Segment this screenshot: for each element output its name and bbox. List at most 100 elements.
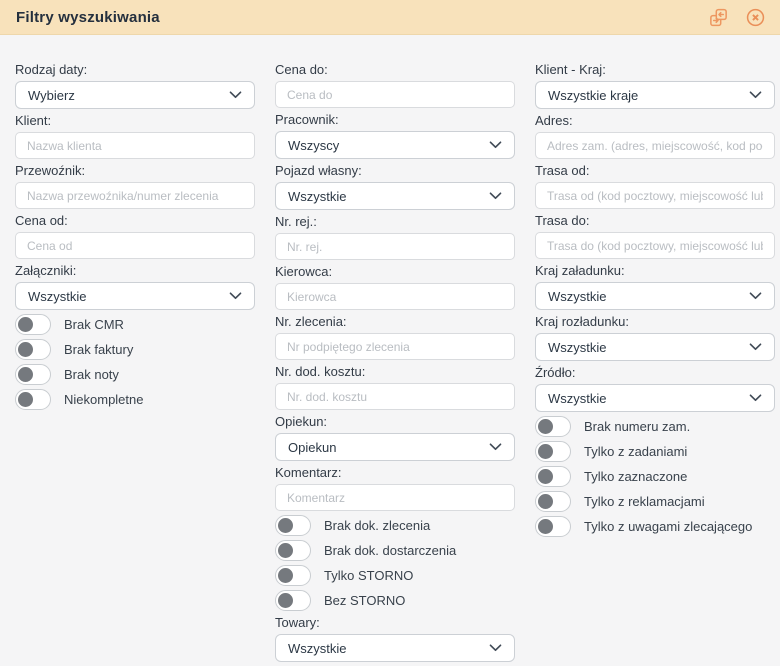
toggle-label: Tylko z uwagami zlecającego <box>584 519 752 534</box>
field-label: Cena od: <box>15 213 255 228</box>
field-label: Adres: <box>535 113 775 128</box>
chevron-down-icon <box>489 141 502 149</box>
field-label: Komentarz: <box>275 465 515 480</box>
rodzaj-daty-select[interactable]: Wybierz <box>15 81 255 109</box>
select-value: Wybierz <box>28 88 221 103</box>
popout-window-button[interactable] <box>706 5 731 30</box>
form-field: Załączniki: Wszystkie <box>15 263 255 310</box>
kierowca-input[interactable] <box>275 283 515 310</box>
toggle-knob <box>278 543 293 558</box>
field-label: Kraj załadunku: <box>535 263 775 278</box>
form-field: Pojazd własny: Wszystkie <box>275 163 515 210</box>
field-label: Trasa od: <box>535 163 775 178</box>
brak-dok-dostarczenia-toggle[interactable] <box>275 540 311 561</box>
close-button[interactable] <box>743 5 768 30</box>
field-label: Nr. dod. kosztu: <box>275 364 515 379</box>
form-field: Adres: <box>535 113 775 159</box>
toggle-row: Tylko STORNO <box>275 565 515 586</box>
select-value: Wszystkie <box>288 641 481 656</box>
toggle-knob <box>538 519 553 534</box>
page-title: Filtry wyszukiwania <box>16 9 694 26</box>
komentarz-input[interactable] <box>275 484 515 511</box>
field-label: Opiekun: <box>275 414 515 429</box>
toggle-label: Brak faktury <box>64 342 133 357</box>
close-icon <box>745 7 766 28</box>
opiekun-select[interactable]: Opiekun <box>275 433 515 461</box>
cena-do-input[interactable] <box>275 81 515 108</box>
toggle-label: Brak numeru zam. <box>584 419 690 434</box>
chevron-down-icon <box>749 394 762 402</box>
przewoznik-input[interactable] <box>15 182 255 209</box>
cena-od-input[interactable] <box>15 232 255 259</box>
toggle-label: Bez STORNO <box>324 593 405 608</box>
bez-storno-toggle[interactable] <box>275 590 311 611</box>
toggle-row: Bez STORNO <box>275 590 515 611</box>
adres-input[interactable] <box>535 132 775 159</box>
pracownik-select[interactable]: Wszyscy <box>275 131 515 159</box>
towary-select[interactable]: Wszystkie <box>275 634 515 662</box>
tylko-storno-toggle[interactable] <box>275 565 311 586</box>
kraj-zaladunku-select[interactable]: Wszystkie <box>535 282 775 310</box>
select-value: Wszyscy <box>288 138 481 153</box>
chevron-down-icon <box>229 292 242 300</box>
chevron-down-icon <box>229 91 242 99</box>
zalaczniki-select[interactable]: Wszystkie <box>15 282 255 310</box>
toggle-row: Tylko z zadaniami <box>535 441 775 462</box>
toggle-knob <box>18 392 33 407</box>
brak-dok-zlecenia-toggle[interactable] <box>275 515 311 536</box>
field-label: Nr. rej.: <box>275 214 515 229</box>
brak-cmr-toggle[interactable] <box>15 314 51 335</box>
field-label: Klient: <box>15 113 255 128</box>
select-value: Wszystkie <box>288 189 481 204</box>
toggle-label: Brak dok. zlecenia <box>324 518 430 533</box>
pojazd-wlasny-select[interactable]: Wszystkie <box>275 182 515 210</box>
klient-kraj-select[interactable]: Wszystkie kraje <box>535 81 775 109</box>
trasa-od-input[interactable] <box>535 182 775 209</box>
toggle-knob <box>18 367 33 382</box>
toggle-row: Brak noty <box>15 364 255 385</box>
field-label: Załączniki: <box>15 263 255 278</box>
field-label: Źródło: <box>535 365 775 380</box>
nr-rej-input[interactable] <box>275 233 515 260</box>
form-field: Komentarz: <box>275 465 515 511</box>
filters-column-3: Klient - Kraj: Wszystkie kraje Adres: Tr… <box>535 62 775 666</box>
tylko-zaznaczone-toggle[interactable] <box>535 466 571 487</box>
kraj-rozladunku-select[interactable]: Wszystkie <box>535 333 775 361</box>
nr-zlecenia-input[interactable] <box>275 333 515 360</box>
chevron-down-icon <box>749 91 762 99</box>
form-field: Cena do: <box>275 62 515 108</box>
form-field: Kierowca: <box>275 264 515 310</box>
nr-dod-kosztu-input[interactable] <box>275 383 515 410</box>
tylko-z-uwagami-zlecajacego-toggle[interactable] <box>535 516 571 537</box>
form-field: Opiekun: Opiekun <box>275 414 515 461</box>
toggle-label: Brak dok. dostarczenia <box>324 543 456 558</box>
toggle-knob <box>538 444 553 459</box>
field-label: Trasa do: <box>535 213 775 228</box>
tylko-z-zadaniami-toggle[interactable] <box>535 441 571 462</box>
toggle-row: Tylko z reklamacjami <box>535 491 775 512</box>
field-label: Cena do: <box>275 62 515 77</box>
niekompletne-toggle[interactable] <box>15 389 51 410</box>
tylko-z-reklamacjami-toggle[interactable] <box>535 491 571 512</box>
toggle-label: Tylko zaznaczone <box>584 469 687 484</box>
brak-faktury-toggle[interactable] <box>15 339 51 360</box>
form-field: Klient - Kraj: Wszystkie kraje <box>535 62 775 109</box>
trasa-do-input[interactable] <box>535 232 775 259</box>
brak-noty-toggle[interactable] <box>15 364 51 385</box>
field-label: Kraj rozładunku: <box>535 314 775 329</box>
zrodlo-select[interactable]: Wszystkie <box>535 384 775 412</box>
toggle-label: Tylko z reklamacjami <box>584 494 705 509</box>
toggle-row: Tylko z uwagami zlecającego <box>535 516 775 537</box>
filters-column-1: Rodzaj daty: Wybierz Klient: Przewoźnik:… <box>15 62 255 666</box>
toggle-row: Brak CMR <box>15 314 255 335</box>
select-value: Wszystkie <box>548 391 741 406</box>
field-label: Towary: <box>275 615 515 630</box>
select-value: Wszystkie <box>548 289 741 304</box>
form-field: Trasa do: <box>535 213 775 259</box>
klient-input[interactable] <box>15 132 255 159</box>
brak-numeru-zam-toggle[interactable] <box>535 416 571 437</box>
toggle-label: Brak CMR <box>64 317 124 332</box>
toggle-row: Brak dok. zlecenia <box>275 515 515 536</box>
toggle-knob <box>278 518 293 533</box>
form-field: Przewoźnik: <box>15 163 255 209</box>
